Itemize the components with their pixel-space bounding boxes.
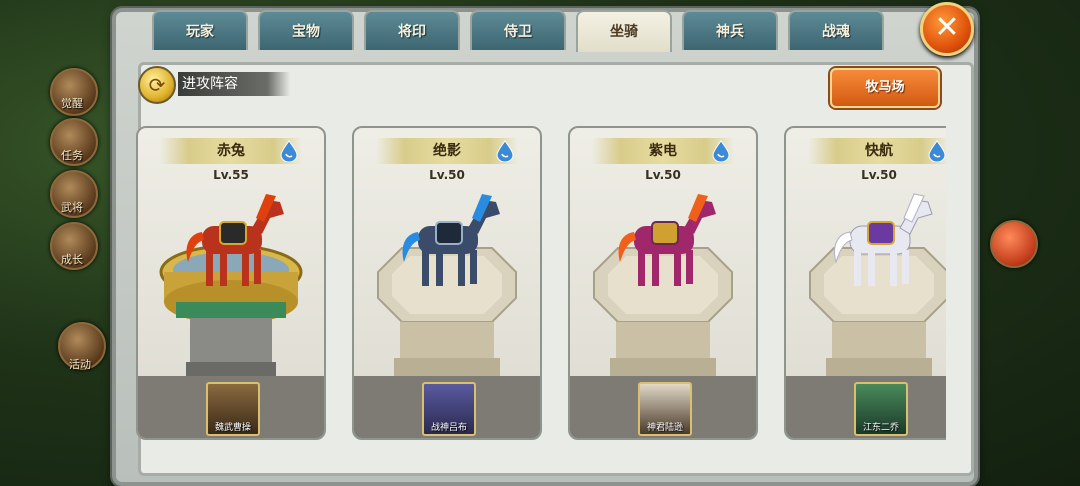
water-element-icon [280,140,298,162]
mount-level: Lv.50 [645,168,681,182]
mount-image [186,194,284,286]
close-icon: ✕ [934,10,960,45]
mount-image [834,193,933,286]
hero-name: 江东二乔 [862,423,899,433]
mount-list[interactable]: 赤兔 Lv.55 魏武曹操 绝影 Lv.50 战神吕布 紫电 Lv.50 神君陆… [136,126,946,440]
ranch-button[interactable]: 牧马场 [830,68,940,108]
hero-avatar[interactable]: 战神吕布 [422,382,476,436]
tab-war-soul[interactable]: 战魂 [788,10,884,50]
water-element-icon [496,140,514,162]
mount-image [618,194,716,286]
side-label-1: 觉醒 [61,97,83,110]
mount-card[interactable]: 绝影 Lv.50 战神吕布 [352,126,542,440]
hero-avatar[interactable]: 神君陆逊 [638,382,692,436]
tab-player[interactable]: 玩家 [152,10,248,50]
mount-name: 快航 [808,138,946,164]
chat-button [990,220,1038,268]
side-label-5: 活动 [69,358,91,371]
mount-level: Lv.50 [429,168,465,182]
tab-guard[interactable]: 侍卫 [470,10,566,50]
mount-card[interactable]: 紫电 Lv.50 神君陆逊 [568,126,758,440]
water-element-icon [928,140,946,162]
mount-level: Lv.50 [861,168,897,182]
hero-avatar[interactable]: 江东二乔 [854,382,908,436]
tab-mount[interactable]: 坐骑 [576,10,672,52]
close-button[interactable]: ✕ [920,2,974,56]
tab-treasure[interactable]: 宝物 [258,10,354,50]
switch-icon[interactable]: ⟳ [138,66,176,104]
mount-card[interactable]: 赤兔 Lv.55 魏武曹操 [136,126,326,440]
side-label-3: 武将 [61,201,83,214]
hero-name: 神君陆逊 [646,423,683,433]
water-element-icon [712,140,730,162]
mount-level: Lv.55 [213,168,249,182]
hero-name: 魏武曹操 [214,423,251,433]
tab-seal[interactable]: 将印 [364,10,460,50]
hero-name: 战神吕布 [430,423,467,433]
lineup-label: 进攻阵容 [178,72,290,96]
mount-image [402,194,500,286]
side-label-4: 成长 [61,253,83,266]
hero-avatar[interactable]: 魏武曹操 [206,382,260,436]
side-label-2: 任务 [61,149,83,162]
mount-card[interactable]: 快航 Lv.50 江东二乔 [784,126,946,440]
tab-weapon[interactable]: 神兵 [682,10,778,50]
